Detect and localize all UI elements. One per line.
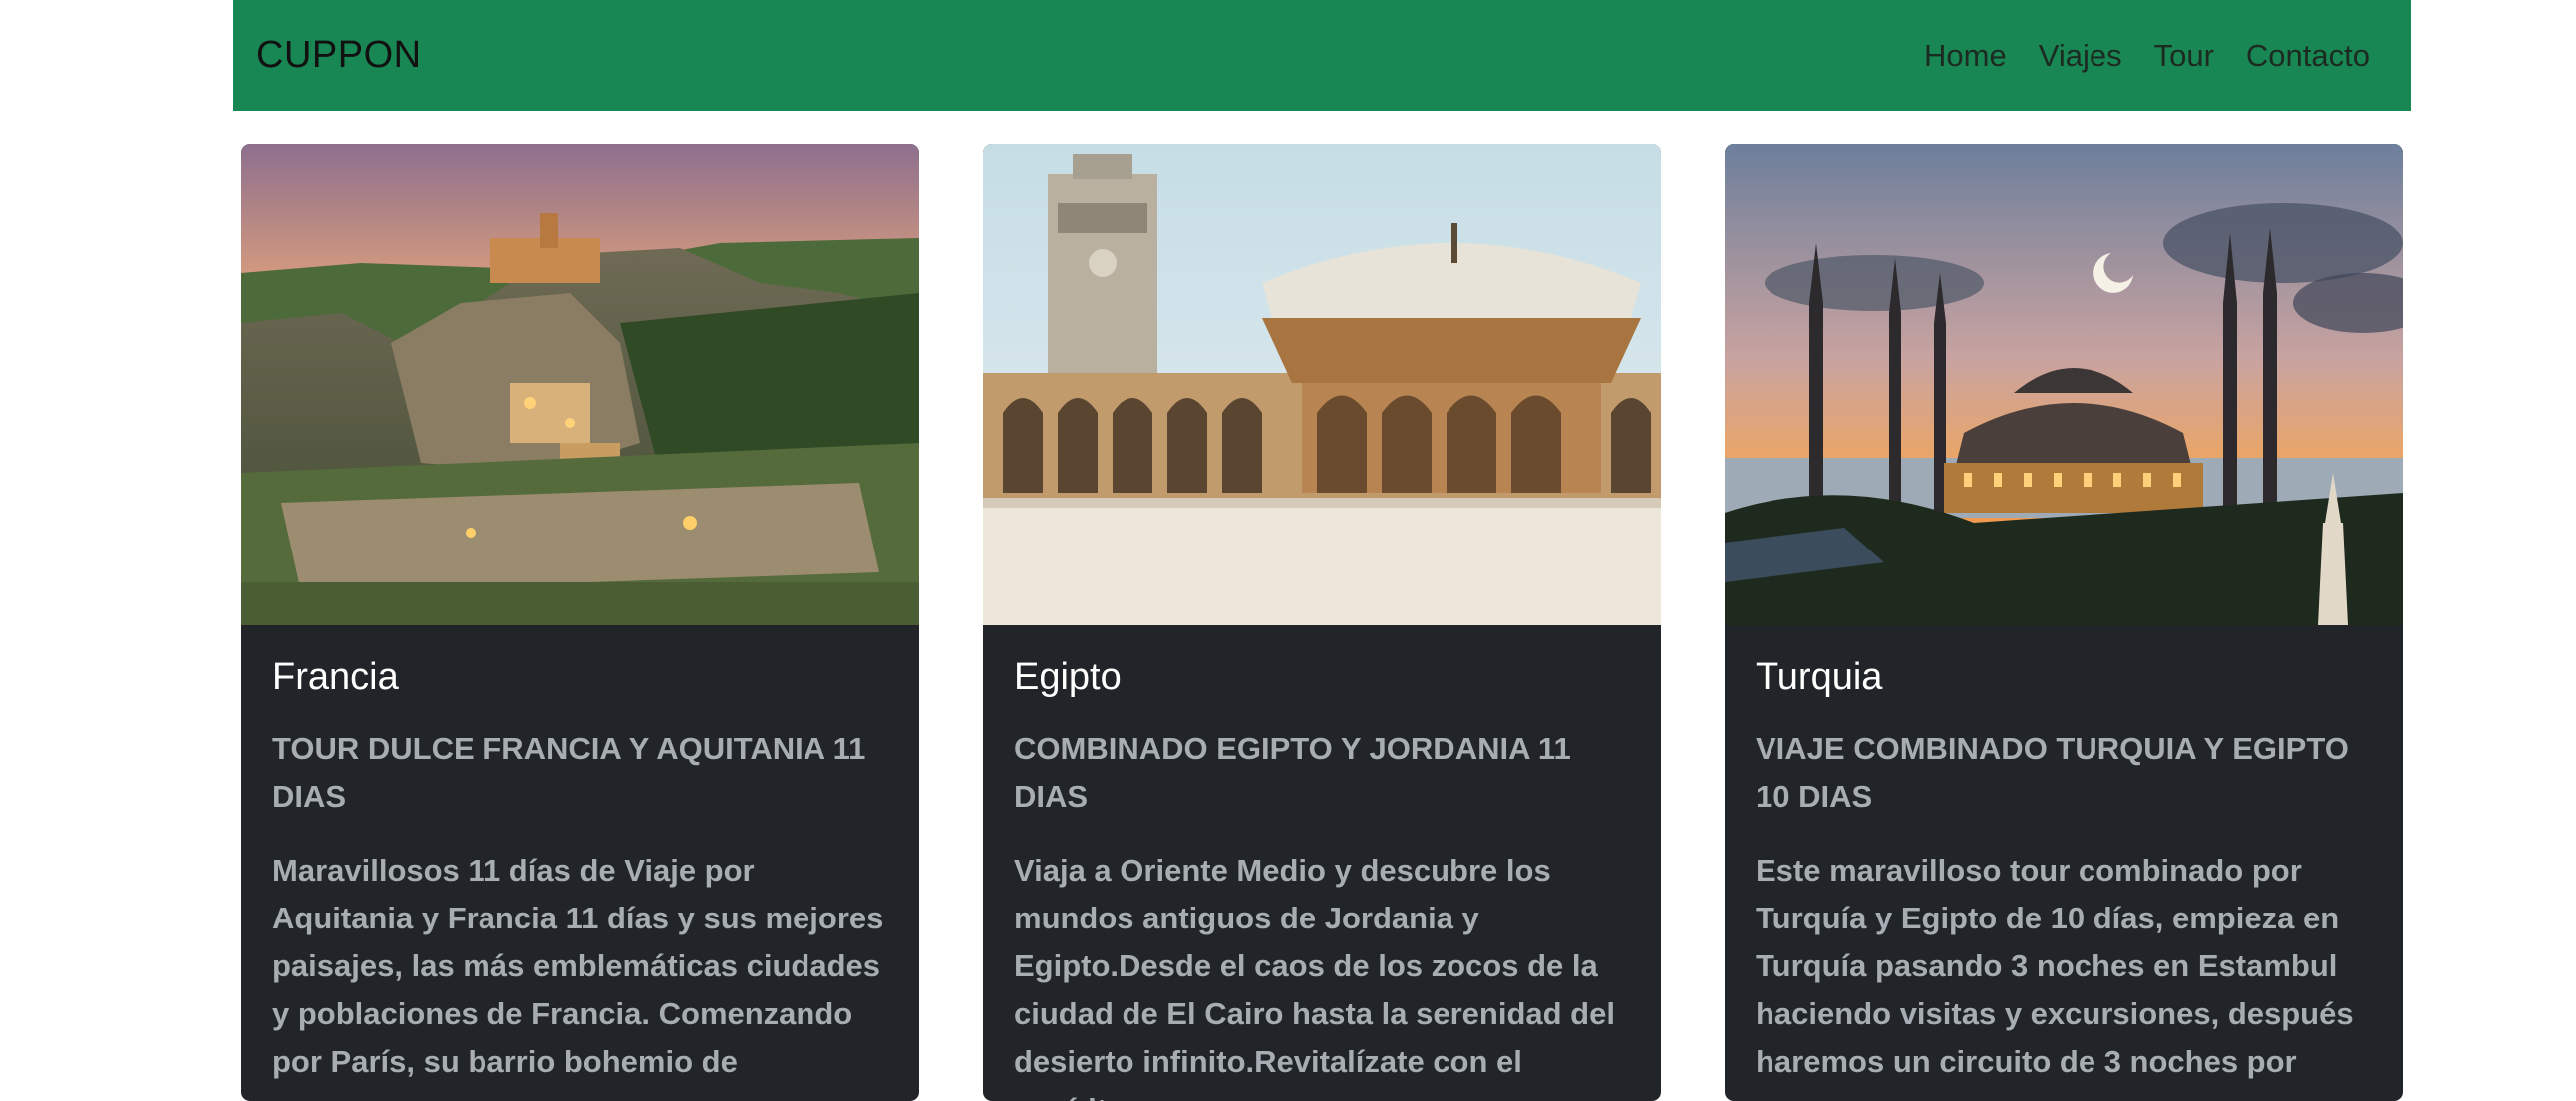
nav-link-contacto[interactable]: Contacto (2230, 38, 2370, 74)
mosque-courtyard-photo (983, 144, 1661, 625)
card-title: Francia (272, 656, 399, 698)
card-subtitle: TOUR DULCE FRANCIA Y AQUITANIA 11 DIAS (272, 730, 866, 814)
card-body-turquia: Turquia VIAJE COMBINADO TURQUIA Y EGIPTO… (1725, 625, 2403, 1086)
card-image-francia (241, 144, 919, 625)
nav-link-tour[interactable]: Tour (2138, 38, 2230, 74)
card-image-turquia (1725, 144, 2403, 625)
card-image-egipto (983, 144, 1661, 625)
card-text: Maravillosos 11 días de Viaje por Aquita… (272, 852, 884, 1079)
card-title: Egipto (1014, 656, 1122, 698)
nav-link-viajes[interactable]: Viajes (2023, 38, 2138, 74)
card-egipto[interactable]: Egipto COMBINADO EGIPTO Y JORDANIA 11 DI… (983, 144, 1661, 1101)
card-francia[interactable]: Francia TOUR DULCE FRANCIA Y AQUITANIA 1… (241, 144, 919, 1101)
navbar: CUPPON Home Viajes Tour Contacto (233, 0, 2411, 111)
card-title: Turquia (1756, 656, 1883, 698)
brand-logo[interactable]: CUPPON (256, 34, 422, 77)
card-text: Este maravilloso tour combinado por Turq… (1756, 852, 2354, 1079)
card-body-egipto: Egipto COMBINADO EGIPTO Y JORDANIA 11 DI… (983, 625, 1661, 1101)
card-body-francia: Francia TOUR DULCE FRANCIA Y AQUITANIA 1… (241, 625, 919, 1086)
card-subtitle: COMBINADO EGIPTO Y JORDANIA 11 DIAS (1014, 730, 1571, 814)
card-grid: Francia TOUR DULCE FRANCIA Y AQUITANIA 1… (241, 144, 2403, 1101)
nav-link-home[interactable]: Home (1908, 38, 2023, 74)
card-text: Viaja a Oriente Medio y descubre los mun… (1014, 852, 1615, 1101)
mosque-sunset-photo (1725, 144, 2403, 625)
nav-links: Home Viajes Tour Contacto (1908, 38, 2370, 74)
card-subtitle: VIAJE COMBINADO TURQUIA Y EGIPTO 10 DIAS (1756, 730, 2349, 814)
hilltop-village-photo (241, 144, 919, 625)
card-turquia[interactable]: Turquia VIAJE COMBINADO TURQUIA Y EGIPTO… (1725, 144, 2403, 1101)
